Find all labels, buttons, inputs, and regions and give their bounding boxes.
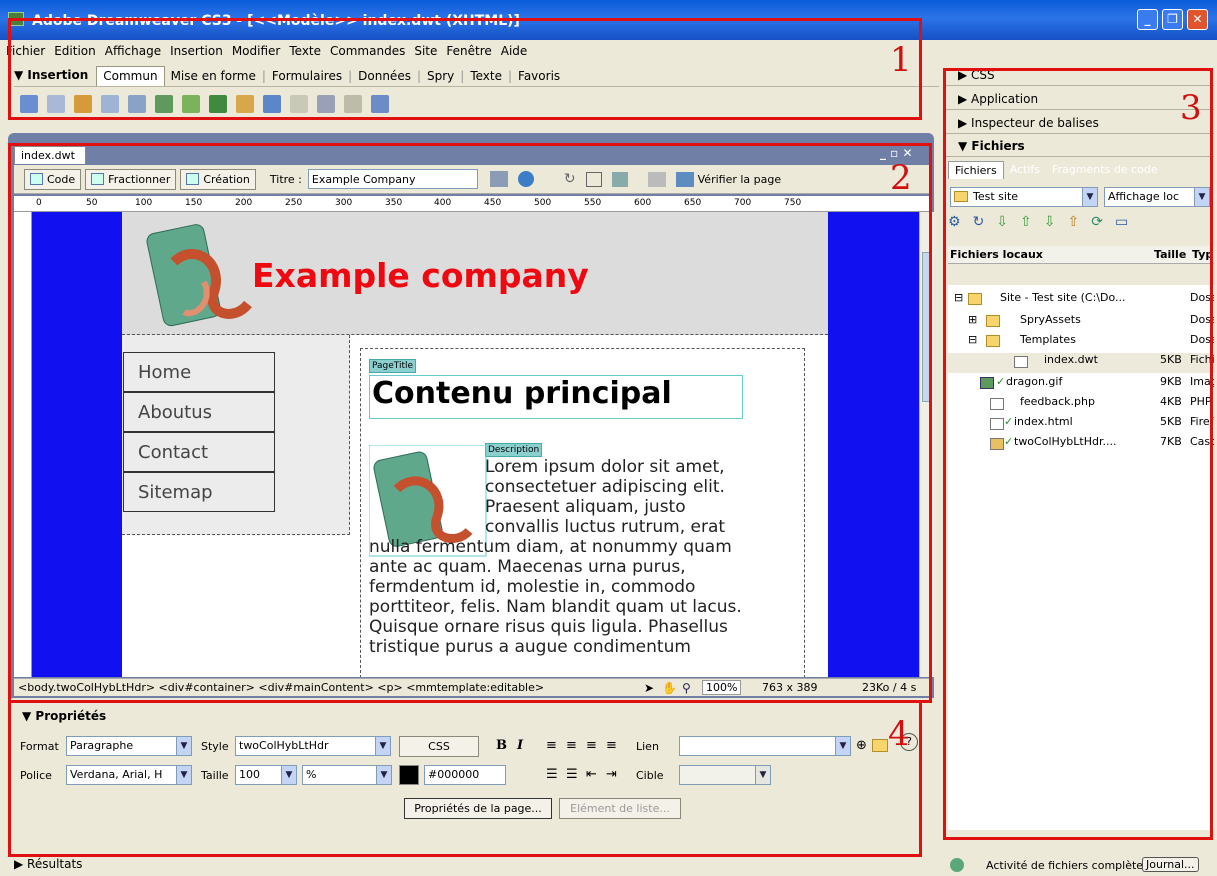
annotation-box-4 bbox=[8, 700, 922, 857]
journal-button[interactable]: Journal... bbox=[1142, 857, 1199, 872]
annotation-number-1: 1 bbox=[890, 40, 912, 80]
annotation-number-3: 3 bbox=[1180, 88, 1202, 128]
files-status-bar: Activité de fichiers complète Journal... bbox=[948, 857, 1214, 874]
annotation-box-2 bbox=[8, 143, 932, 703]
close-window-button[interactable]: ✕ bbox=[1187, 9, 1208, 30]
annotation-box-3 bbox=[943, 68, 1213, 840]
files-activity-status: Activité de fichiers complète bbox=[986, 859, 1144, 872]
annotation-number-2: 2 bbox=[890, 158, 912, 198]
annotation-box-1 bbox=[8, 18, 922, 120]
minimize-button[interactable]: _ bbox=[1137, 9, 1158, 30]
annotation-number-4: 4 bbox=[888, 714, 910, 754]
restore-button[interactable]: ❐ bbox=[1162, 9, 1183, 30]
results-panel-header[interactable]: ▶ Résultats bbox=[14, 857, 82, 871]
activity-icon[interactable] bbox=[950, 858, 964, 872]
